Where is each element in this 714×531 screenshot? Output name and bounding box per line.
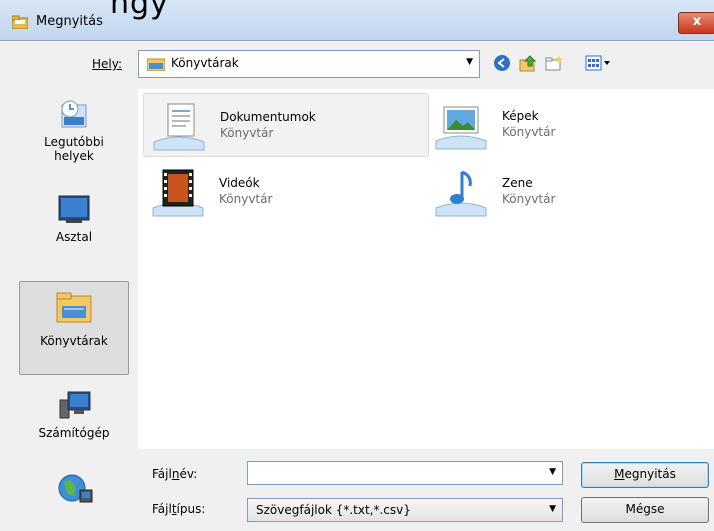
item-type: Könyvtár [502,192,556,206]
videos-library-icon [149,168,207,218]
computer-icon [54,388,94,422]
item-name: Képek [502,109,539,123]
libraries-folder-icon [146,57,166,72]
documents-library-icon [150,102,208,152]
title-bar [0,0,714,41]
item-name: Dokumentumok [220,110,316,124]
list-item-pictures[interactable]: Képek Könyvtár [426,93,710,157]
item-type: Könyvtár [502,125,556,139]
item-type: Könyvtár [220,126,274,140]
desktop-icon [54,192,94,226]
chevron-down-icon[interactable]: ▼ [549,467,556,477]
network-icon [54,472,94,506]
filetype-label: Fájltípus: [152,502,206,516]
filetype-select[interactable]: Szövegfájlok {*.txt,*.csv} ▼ [247,498,563,522]
background-window-text: ngy [110,0,169,21]
cancel-button[interactable]: Mégse [581,497,709,523]
recent-places-icon [54,97,94,131]
window-title: Megnyitás [36,14,103,29]
place-label: Asztal [55,230,93,244]
list-item-documents[interactable]: Dokumentumok Könyvtár [143,93,429,157]
location-value: Könyvtárak [171,56,239,70]
music-library-icon [432,168,490,218]
place-network[interactable] [18,472,130,522]
location-label: Hely: [92,57,123,71]
close-icon: x [692,14,702,29]
chevron-down-icon[interactable]: ▼ [466,57,473,67]
filename-input[interactable]: ▼ [247,461,563,485]
place-computer[interactable]: Számítógép [18,388,130,454]
item-type: Könyvtár [219,192,273,206]
open-button[interactable]: Megnyitás [581,462,709,488]
item-name: Zene [502,176,533,190]
filetype-value: Szövegfájlok {*.txt,*.csv} [256,503,411,517]
view-menu-icon[interactable] [584,53,614,73]
list-item-music[interactable]: Zene Könyvtár [426,160,710,224]
list-item-videos[interactable]: Videók Könyvtár [143,160,427,224]
back-icon[interactable] [492,53,512,73]
place-recent[interactable]: Legutóbbi helyek [18,97,130,177]
libraries-icon [54,290,94,324]
chevron-down-icon[interactable]: ▼ [549,504,556,514]
location-combo[interactable]: Könyvtárak ▼ [138,50,480,78]
place-label: Legutóbbi [44,135,104,149]
filename-label: Fájlnév: [152,467,198,481]
open-folder-icon [11,15,29,30]
place-libraries[interactable]: Könyvtárak [19,281,129,375]
close-button[interactable]: x [678,12,714,34]
place-label: helyek [54,149,94,163]
pictures-library-icon [432,101,490,151]
place-desktop[interactable]: Asztal [18,192,130,258]
place-label: Könyvtárak [40,334,108,348]
up-folder-icon[interactable] [518,53,538,73]
item-name: Videók [219,176,260,190]
new-folder-icon[interactable] [544,53,564,73]
place-label: Számítógép [38,426,110,440]
